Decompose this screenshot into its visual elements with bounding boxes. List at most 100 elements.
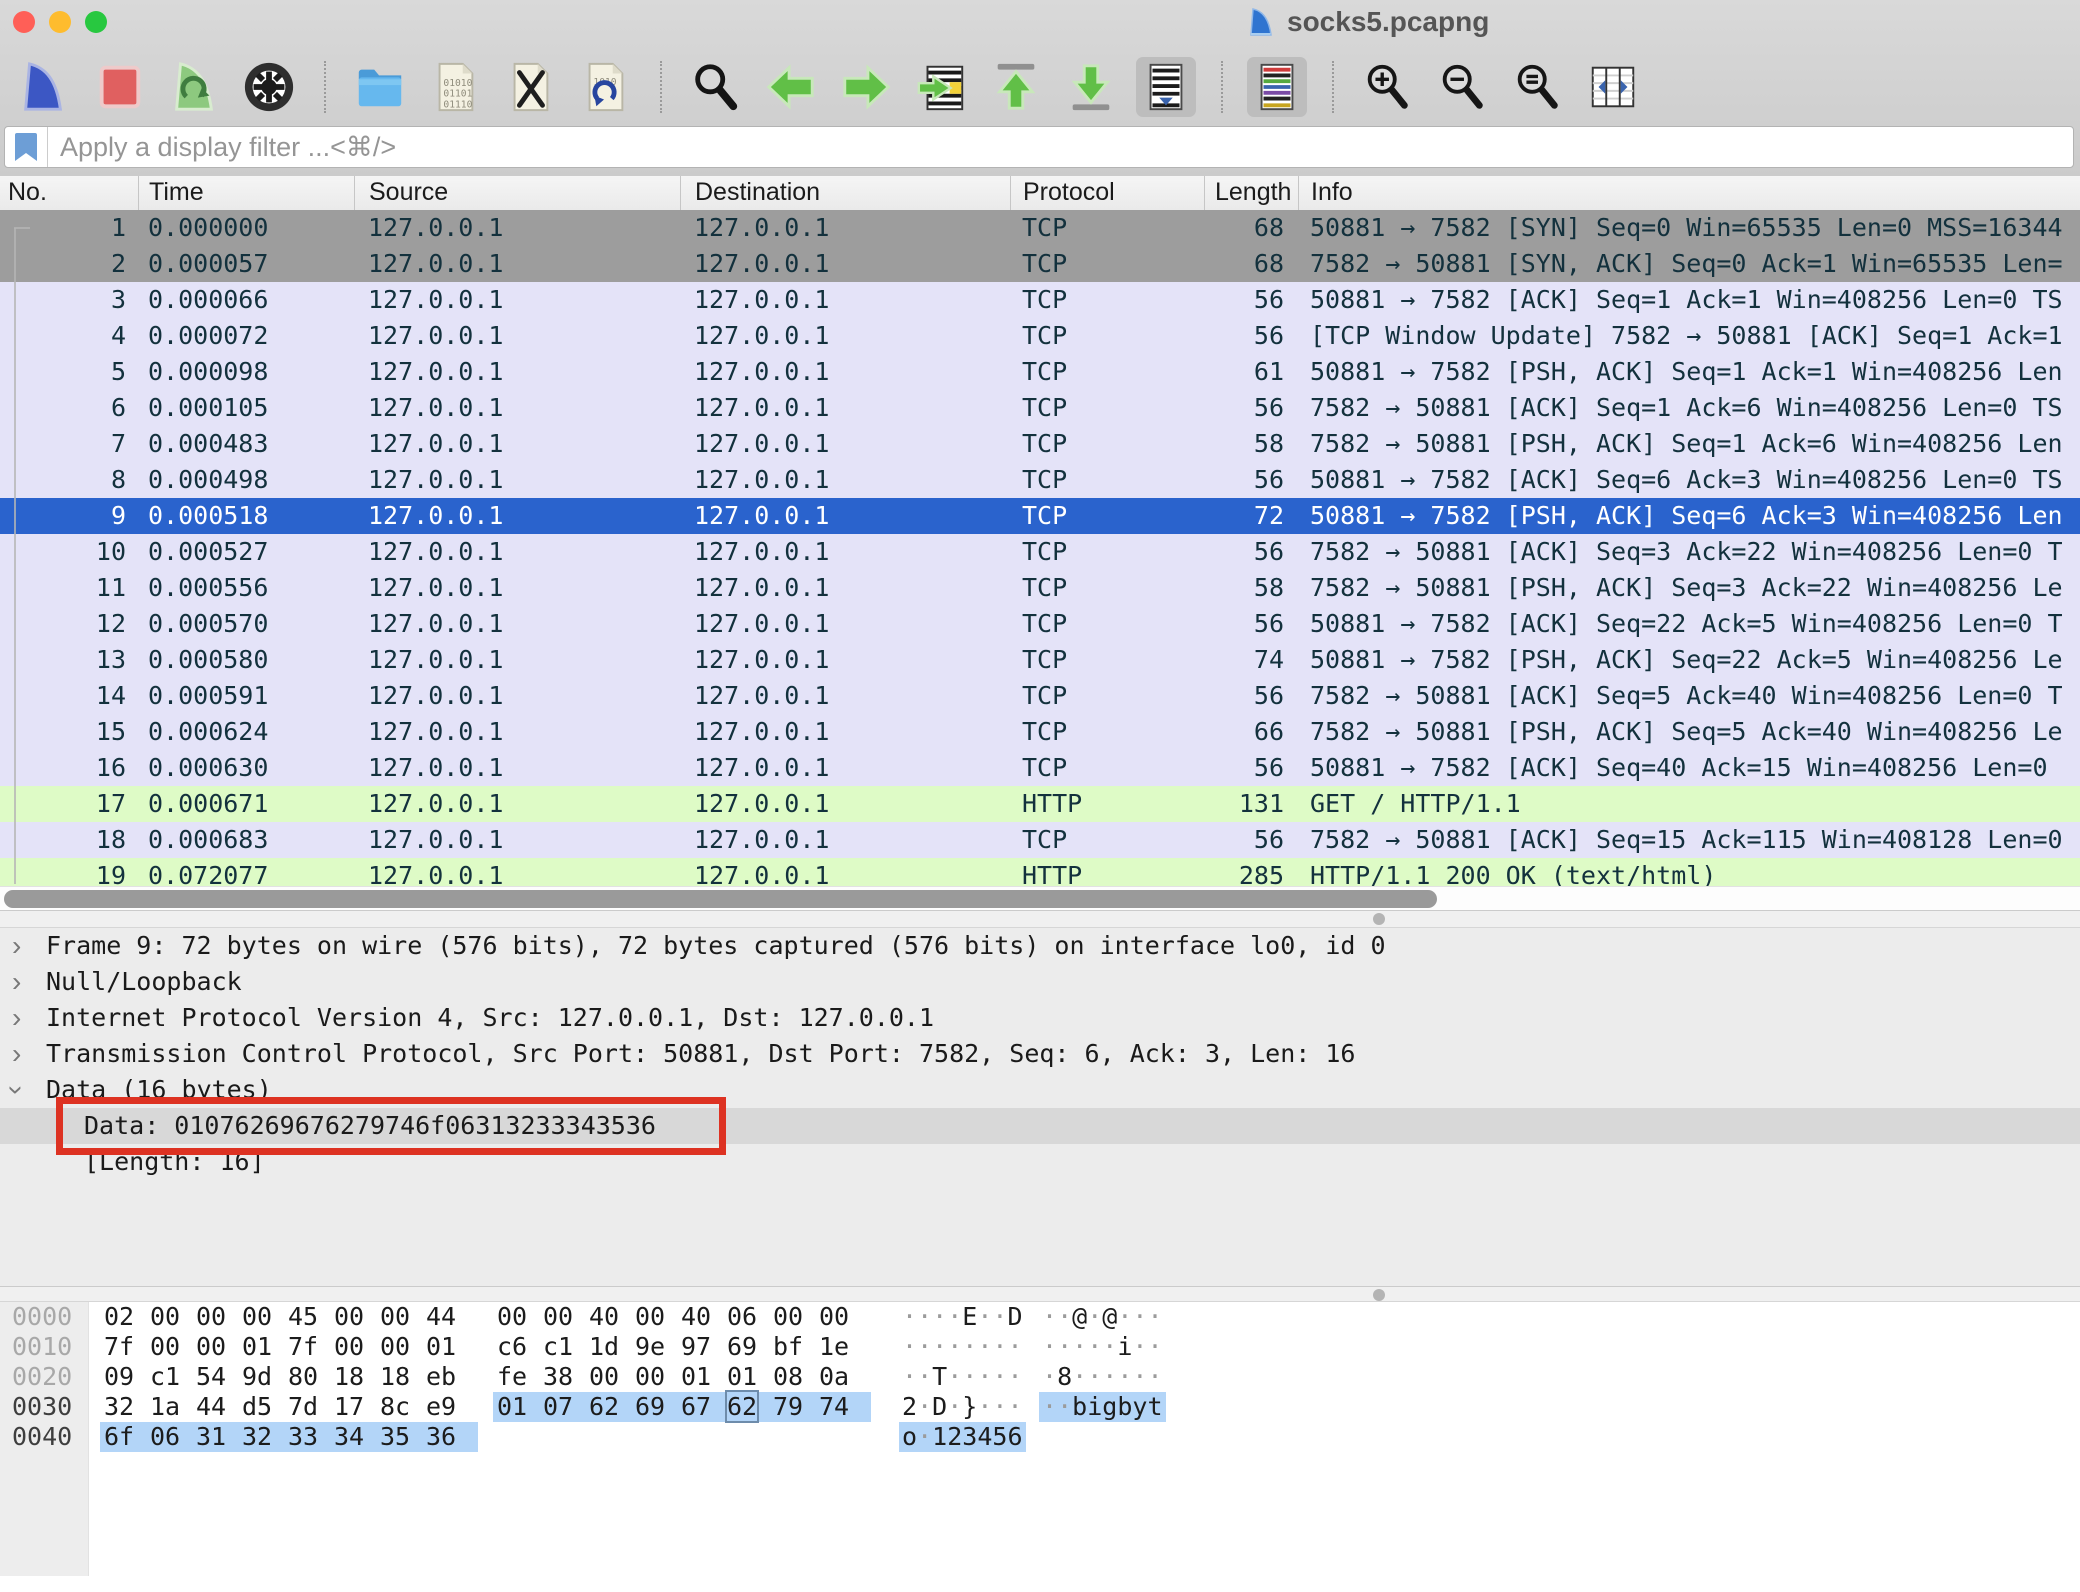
hex-byte[interactable]: 35 xyxy=(380,1422,426,1452)
hex-byte[interactable]: 7f xyxy=(104,1332,150,1362)
go-last-packet-button[interactable] xyxy=(1061,57,1121,117)
packet-row-8[interactable]: 80.000498127.0.0.1127.0.0.1TCP5650881 → … xyxy=(0,462,2080,498)
save-file-button[interactable]: 010100110101110 xyxy=(425,57,485,117)
start-capture-fin-button[interactable] xyxy=(14,57,74,117)
hex-byte[interactable]: 74 xyxy=(819,1392,865,1422)
packet-row-10[interactable]: 100.000527127.0.0.1127.0.0.1TCP567582 → … xyxy=(0,534,2080,570)
hex-byte[interactable]: 34 xyxy=(334,1422,380,1452)
hex-byte[interactable]: 00 xyxy=(196,1302,242,1332)
packet-row-2[interactable]: 20.000057127.0.0.1127.0.0.1TCP687582 → 5… xyxy=(0,246,2080,282)
open-file-folder-button[interactable] xyxy=(350,57,410,117)
hex-byte[interactable]: 62 xyxy=(727,1392,773,1422)
hex-byte[interactable]: 79 xyxy=(773,1392,819,1422)
hex-byte[interactable]: 18 xyxy=(380,1362,426,1392)
packet-row-17[interactable]: 170.000671127.0.0.1127.0.0.1HTTP131GET /… xyxy=(0,786,2080,822)
zoom-out-button[interactable] xyxy=(1433,57,1493,117)
hex-byte[interactable]: 69 xyxy=(635,1392,681,1422)
hex-byte-group[interactable]: fe3800000101080a xyxy=(497,1362,865,1392)
zoom-reset-button[interactable] xyxy=(1508,57,1568,117)
packet-row-18[interactable]: 180.000683127.0.0.1127.0.0.1TCP567582 → … xyxy=(0,822,2080,858)
hex-byte[interactable]: 31 xyxy=(196,1422,242,1452)
splitter-handle[interactable] xyxy=(1373,1289,1385,1301)
hex-byte[interactable]: 00 xyxy=(196,1332,242,1362)
hex-byte[interactable]: eb xyxy=(426,1362,472,1392)
hex-ascii-group[interactable]: ········ xyxy=(902,1332,1023,1362)
hex-byte[interactable]: 00 xyxy=(635,1302,681,1332)
hex-ascii-group[interactable]: ··@·@··· xyxy=(1042,1302,1163,1332)
hex-byte[interactable]: 00 xyxy=(380,1302,426,1332)
hex-byte[interactable]: 00 xyxy=(150,1332,196,1362)
hex-byte[interactable]: 00 xyxy=(635,1362,681,1392)
hex-byte[interactable]: 06 xyxy=(150,1422,196,1452)
hex-ascii-group[interactable]: ····E··D xyxy=(902,1302,1023,1332)
packet-row-7[interactable]: 70.000483127.0.0.1127.0.0.1TCP587582 → 5… xyxy=(0,426,2080,462)
capture-options-gear-button[interactable] xyxy=(239,57,299,117)
hex-byte[interactable]: 36 xyxy=(426,1422,472,1452)
hex-byte[interactable]: 40 xyxy=(589,1302,635,1332)
hex-row-0000[interactable]: 000002000000450000440000400040060000····… xyxy=(0,1302,2080,1332)
hex-byte[interactable]: 00 xyxy=(150,1302,196,1332)
hex-byte[interactable]: 33 xyxy=(288,1422,334,1452)
packet-row-19[interactable]: 190.072077127.0.0.1127.0.0.1HTTP285HTTP/… xyxy=(0,858,2080,886)
chevron-expanded-icon[interactable]: › xyxy=(0,1072,46,1108)
hex-byte[interactable]: 54 xyxy=(196,1362,242,1392)
packet-row-14[interactable]: 140.000591127.0.0.1127.0.0.1TCP567582 → … xyxy=(0,678,2080,714)
hex-byte-group[interactable]: 6f06313233343536 xyxy=(104,1422,472,1452)
chevron-collapsed-icon[interactable]: › xyxy=(0,1000,46,1036)
hex-byte[interactable]: e9 xyxy=(426,1392,472,1422)
minimize-window-button[interactable] xyxy=(49,11,71,33)
hex-byte-group[interactable]: c6c11d9e9769bf1e xyxy=(497,1332,865,1362)
column-header-info[interactable]: Info xyxy=(1298,176,2080,210)
column-header-protocol[interactable]: Protocol xyxy=(1010,176,1204,210)
next-packet-button[interactable] xyxy=(836,57,896,117)
packet-row-15[interactable]: 150.000624127.0.0.1127.0.0.1TCP667582 → … xyxy=(0,714,2080,750)
hex-ascii-group[interactable]: o·123456 xyxy=(902,1422,1023,1452)
hex-byte[interactable]: 32 xyxy=(104,1392,150,1422)
hex-byte[interactable]: 97 xyxy=(681,1332,727,1362)
hex-byte[interactable]: 00 xyxy=(497,1302,543,1332)
hex-byte[interactable]: 8c xyxy=(380,1392,426,1422)
hex-row-0030[interactable]: 0030321a44d57d178ce901076269676279742·D·… xyxy=(0,1392,2080,1422)
hex-byte-group[interactable]: 321a44d57d178ce9 xyxy=(104,1392,472,1422)
close-window-button[interactable] xyxy=(13,11,35,33)
hex-byte[interactable]: 00 xyxy=(589,1362,635,1392)
go-to-packet-button[interactable] xyxy=(911,57,971,117)
column-header-length[interactable]: Length xyxy=(1204,176,1298,210)
close-file-button[interactable] xyxy=(500,57,560,117)
hex-byte[interactable]: 1a xyxy=(150,1392,196,1422)
hex-byte[interactable]: 9e xyxy=(635,1332,681,1362)
hex-byte[interactable]: 1e xyxy=(819,1332,865,1362)
hex-byte[interactable]: 18 xyxy=(334,1362,380,1392)
restart-capture-button[interactable] xyxy=(164,57,224,117)
detail-line[interactable]: ›Null/Loopback xyxy=(0,964,2080,1000)
filter-bookmark-icon[interactable] xyxy=(5,127,48,167)
column-header-destination[interactable]: Destination xyxy=(680,176,1010,210)
packet-row-12[interactable]: 120.000570127.0.0.1127.0.0.1TCP5650881 →… xyxy=(0,606,2080,642)
hex-byte[interactable]: 00 xyxy=(819,1302,865,1332)
hex-byte[interactable]: 7f xyxy=(288,1332,334,1362)
chevron-collapsed-icon[interactable]: › xyxy=(0,1036,46,1072)
packet-row-4[interactable]: 40.000072127.0.0.1127.0.0.1TCP56[TCP Win… xyxy=(0,318,2080,354)
find-packet-button[interactable] xyxy=(686,57,746,117)
detail-line[interactable]: ›Data (16 bytes) xyxy=(0,1072,2080,1108)
hex-ascii-group[interactable]: 2·D·}··· xyxy=(902,1392,1023,1422)
packet-row-6[interactable]: 60.000105127.0.0.1127.0.0.1TCP567582 → 5… xyxy=(0,390,2080,426)
hex-byte[interactable]: c6 xyxy=(497,1332,543,1362)
go-first-packet-button[interactable] xyxy=(986,57,1046,117)
packet-row-5[interactable]: 50.000098127.0.0.1127.0.0.1TCP6150881 → … xyxy=(0,354,2080,390)
hex-byte[interactable]: 01 xyxy=(242,1332,288,1362)
hex-byte[interactable]: 00 xyxy=(334,1302,380,1332)
hex-byte[interactable]: 01 xyxy=(681,1362,727,1392)
hex-byte[interactable]: 09 xyxy=(104,1362,150,1392)
hex-ascii-group[interactable]: ··bigbyt xyxy=(1042,1392,1163,1422)
hex-byte[interactable]: 0a xyxy=(819,1362,865,1392)
column-header-source[interactable]: Source xyxy=(354,176,680,210)
hex-byte[interactable]: 7d xyxy=(288,1392,334,1422)
hex-byte[interactable]: 01 xyxy=(497,1392,543,1422)
hex-byte[interactable]: 44 xyxy=(196,1392,242,1422)
hex-byte[interactable]: 07 xyxy=(543,1392,589,1422)
display-filter-input[interactable]: Apply a display filter ...<⌘/> xyxy=(4,126,2074,168)
hex-byte[interactable]: d5 xyxy=(242,1392,288,1422)
hex-byte[interactable]: 00 xyxy=(773,1302,819,1332)
hex-byte[interactable]: 01 xyxy=(426,1332,472,1362)
